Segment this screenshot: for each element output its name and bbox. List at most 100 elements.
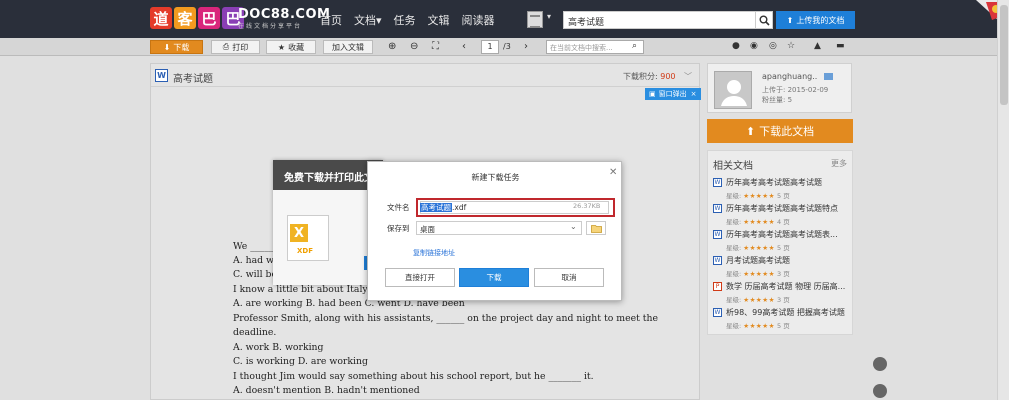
exam-line: deadline.: [233, 327, 277, 338]
browse-folder-button[interactable]: [586, 221, 606, 235]
document-title: 高考试题: [173, 74, 213, 85]
exam-line: We ______: [233, 241, 279, 252]
page-scrollbar[interactable]: [997, 0, 1009, 400]
uploader-card: apanghuang.. 上传于: 2015-02-09 粉丝量: 5: [707, 63, 852, 113]
download-icon: ⬆: [745, 124, 756, 138]
message-icon[interactable]: ▬: [836, 41, 845, 51]
related-more-link[interactable]: 更多: [831, 158, 847, 169]
word-doc-icon: W: [713, 230, 722, 239]
share-float-icon[interactable]: [873, 357, 887, 371]
related-item-title[interactable]: 历年高考高考试题高考试题: [726, 177, 822, 188]
related-item-meta: 星级: ★★★★★ 3 页: [726, 294, 790, 304]
rating-label: 星级:: [726, 296, 742, 304]
download-button[interactable]: ⬇ 下载: [150, 40, 203, 54]
star-outline-icon[interactable]: ☆: [787, 41, 795, 51]
close-icon[interactable]: ×: [691, 90, 697, 98]
related-item-title[interactable]: 月考试题高考试题: [726, 255, 790, 266]
word-doc-icon: W: [713, 308, 722, 317]
xdf-file-icon: X XDF: [287, 215, 329, 261]
rating-stars: ★★★★★: [743, 218, 775, 226]
chevron-down-icon[interactable]: ﹀: [684, 71, 692, 82]
page-count: 5 页: [777, 244, 790, 252]
nav-tasks[interactable]: 任务: [394, 12, 416, 28]
favorite-button[interactable]: ★ 收藏: [266, 40, 316, 54]
xdf-label: XDF: [297, 247, 313, 255]
search-input[interactable]: 高考试题: [563, 11, 757, 29]
page-count: 3 页: [777, 296, 790, 304]
scrollbar-thumb[interactable]: [1000, 5, 1008, 105]
logo-wordmark: DOC88.COM 在线文档分享平台: [238, 8, 330, 30]
related-item-title[interactable]: 数学 历届高考试题 物理 历届高...: [726, 281, 845, 292]
nav-home[interactable]: 首页: [320, 12, 342, 28]
nav-collections[interactable]: 文辑: [428, 12, 450, 28]
rating-label: 星级:: [726, 244, 742, 252]
copy-link-button[interactable]: 复制链接地址: [413, 248, 455, 258]
related-item-title[interactable]: 析98、99高考试题 把握高考试题: [726, 307, 845, 318]
doc-search-input[interactable]: 在当前文档中搜索...: [546, 40, 644, 54]
site-logo[interactable]: 道 客 巴 巴: [150, 7, 246, 29]
wechat-float-icon[interactable]: [873, 384, 887, 398]
download-confirm-button[interactable]: 下载: [459, 268, 529, 287]
next-page-icon[interactable]: ›: [524, 41, 528, 52]
open-directly-button[interactable]: 直接打开: [385, 268, 455, 287]
related-item-title[interactable]: 历年高考高考试题高考试题表...: [726, 229, 838, 240]
zoom-in-icon[interactable]: ⊕: [388, 41, 396, 52]
top-bar: 道 客 巴 巴 DOC88.COM 在线文档分享平台 首页 文档▾ 任务 文辑 …: [0, 0, 1009, 38]
search-type-icon[interactable]: [527, 11, 543, 28]
upload-button[interactable]: ⬆ 上传我的文档: [776, 11, 855, 29]
add-collection-button[interactable]: 加入文辑: [323, 40, 373, 54]
rating-label: 星级:: [726, 192, 742, 200]
zoom-out-icon[interactable]: ⊖: [410, 41, 418, 52]
fans-count: 粉丝量: 5: [762, 96, 793, 104]
cancel-button[interactable]: 取消: [534, 268, 604, 287]
doc-search-icon[interactable]: ⌕: [632, 41, 637, 51]
printer-icon: ⎙: [222, 42, 230, 51]
avatar[interactable]: [714, 71, 752, 109]
rating-stars: ★★★★★: [743, 192, 775, 200]
exam-line: A. doesn't mention B. hadn't mentioned: [233, 385, 420, 396]
upload-date: 上传于: 2015-02-09: [762, 86, 829, 94]
search-button[interactable]: [755, 11, 773, 29]
close-icon[interactable]: ✕: [609, 167, 617, 178]
chevron-down-icon[interactable]: ▾: [547, 12, 551, 21]
logo-text: DOC88.COM: [238, 7, 331, 22]
word-doc-icon: W: [713, 256, 722, 265]
download-score: 下载积分: 900: [623, 71, 676, 82]
saveto-label: 保存到: [387, 224, 410, 233]
rating-label: 星级:: [726, 270, 742, 278]
nav-reader[interactable]: 阅读器: [462, 12, 495, 28]
pdf-doc-icon: P: [713, 282, 722, 291]
nav-docs[interactable]: 文档▾: [354, 12, 382, 28]
download-document-button[interactable]: ⬆ 下载此文档: [707, 119, 853, 143]
dialog-title: 新建下载任务: [471, 173, 520, 182]
word-doc-icon: W: [713, 204, 722, 213]
bell-icon[interactable]: ▲: [814, 41, 821, 51]
main-nav: 首页 文档▾ 任务 文辑 阅读器: [320, 12, 507, 28]
fullscreen-icon[interactable]: ⛶: [432, 41, 439, 52]
prev-page-icon[interactable]: ‹: [462, 41, 466, 52]
uploader-name[interactable]: apanghuang..: [762, 72, 817, 81]
related-item-meta: 星级: ★★★★★ 5 页: [726, 190, 790, 200]
exam-line: C. will be: [233, 269, 277, 280]
logo-char: 道: [150, 7, 172, 29]
chevron-down-icon[interactable]: ⌄: [570, 222, 577, 231]
share-icon[interactable]: ●: [732, 41, 740, 51]
popout-window-button[interactable]: ▣ 窗口弹出 ×: [645, 88, 701, 100]
folder-icon: [590, 224, 602, 233]
filename-value: 高考试题.xdf: [420, 202, 466, 213]
print-button[interactable]: ⎙ 打印: [211, 40, 260, 54]
related-item-title[interactable]: 历年高考高考试题高考试题特点: [726, 203, 838, 214]
logo-subtext: 在线文档分享平台: [238, 23, 303, 30]
saveto-select[interactable]: 桌面: [416, 221, 582, 235]
download-document-label: 下载此文档: [759, 125, 815, 138]
wechat-icon[interactable]: ◉: [750, 41, 758, 51]
message-icon[interactable]: [824, 73, 833, 80]
related-item-meta: 星级: ★★★★★ 5 页: [726, 320, 790, 330]
related-item-meta: 星级: ★★★★★ 3 页: [726, 268, 790, 278]
weibo-icon[interactable]: ◎: [769, 41, 777, 51]
page-count: 5 页: [777, 192, 790, 200]
score-value: 900: [660, 72, 676, 81]
logo-char: 客: [174, 7, 196, 29]
page-number-input[interactable]: 1: [481, 40, 499, 54]
page-count: 5 页: [777, 322, 790, 330]
